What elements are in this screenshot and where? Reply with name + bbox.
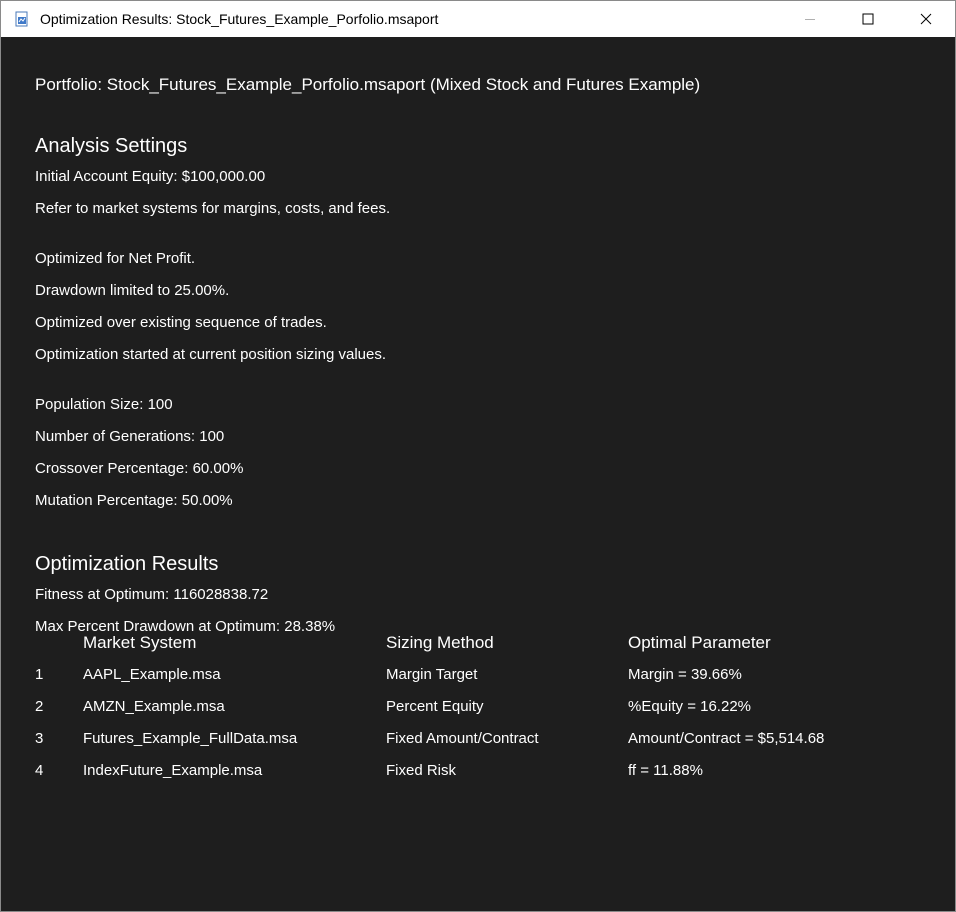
initial-equity-text: Initial Account Equity: $100,000.00 xyxy=(35,168,266,185)
close-icon xyxy=(920,13,932,25)
optimal-parameter-cell: %Equity = 16.22% xyxy=(628,698,751,715)
drawdown-limit-text: Drawdown limited to 25.00%. xyxy=(35,282,230,299)
sizing-method-cell: Fixed Amount/Contract xyxy=(386,730,539,747)
optimal-parameter-cell: Margin = 39.66% xyxy=(628,666,742,683)
trade-sequence-text: Optimized over existing sequence of trad… xyxy=(35,314,327,331)
market-system-cell: AAPL_Example.msa xyxy=(83,666,221,683)
crossover-text: Crossover Percentage: 60.00% xyxy=(35,460,244,477)
portfolio-label: Portfolio: Stock_Futures_Example_Porfoli… xyxy=(35,75,701,94)
population-size-text: Population Size: 100 xyxy=(35,396,173,413)
header-market-system: Market System xyxy=(83,633,197,652)
mutation-text: Mutation Percentage: 50.00% xyxy=(35,492,233,509)
market-system-cell: Futures_Example_FullData.msa xyxy=(83,730,298,747)
results-content: Portfolio: Stock_Futures_Example_Porfoli… xyxy=(1,37,955,911)
analysis-settings-heading: Analysis Settings xyxy=(35,135,188,157)
header-optimal-parameter: Optimal Parameter xyxy=(628,633,771,652)
close-button[interactable] xyxy=(897,1,955,37)
genetic-parameters-block: Population Size: 100 Number of Generatio… xyxy=(35,389,243,517)
header-sizing-method: Sizing Method xyxy=(386,633,494,652)
sizing-method-cell: Percent Equity xyxy=(386,698,484,715)
optimization-results-heading: Optimization Results xyxy=(35,553,219,575)
row-num: 4 xyxy=(35,762,44,779)
optimization-options-block: Optimized for Net Profit. Drawdown limit… xyxy=(35,243,386,371)
results-window: Optimization Results: Stock_Futures_Exam… xyxy=(0,0,956,912)
generations-text: Number of Generations: 100 xyxy=(35,428,225,445)
optimal-parameter-cell: ff = 11.88% xyxy=(628,762,703,779)
sizing-method-cell: Fixed Risk xyxy=(386,762,457,779)
margins-note-text: Refer to market systems for margins, cos… xyxy=(35,200,391,217)
maximize-icon xyxy=(862,13,874,25)
minimize-icon xyxy=(805,19,815,20)
optimal-parameter-cell: Amount/Contract = $5,514.68 xyxy=(628,730,825,747)
maximize-button[interactable] xyxy=(839,1,897,37)
sizing-method-cell: Margin Target xyxy=(386,666,478,683)
fitness-text: Fitness at Optimum: 116028838.72 xyxy=(35,586,269,603)
start-values-text: Optimization started at current position… xyxy=(35,346,386,363)
market-system-cell: AMZN_Example.msa xyxy=(83,698,225,715)
analysis-settings-section: Analysis Settings Initial Account Equity… xyxy=(35,131,390,225)
optimized-for-text: Optimized for Net Profit. xyxy=(35,250,196,267)
window-title: Optimization Results: Stock_Futures_Exam… xyxy=(40,11,439,27)
market-system-cell: IndexFuture_Example.msa xyxy=(83,762,263,779)
row-num: 2 xyxy=(35,698,44,715)
title-bar[interactable]: Optimization Results: Stock_Futures_Exam… xyxy=(1,1,955,37)
minimize-button[interactable] xyxy=(781,1,839,37)
row-num: 3 xyxy=(35,730,44,747)
document-chart-icon xyxy=(14,11,30,27)
row-num: 1 xyxy=(35,666,44,683)
